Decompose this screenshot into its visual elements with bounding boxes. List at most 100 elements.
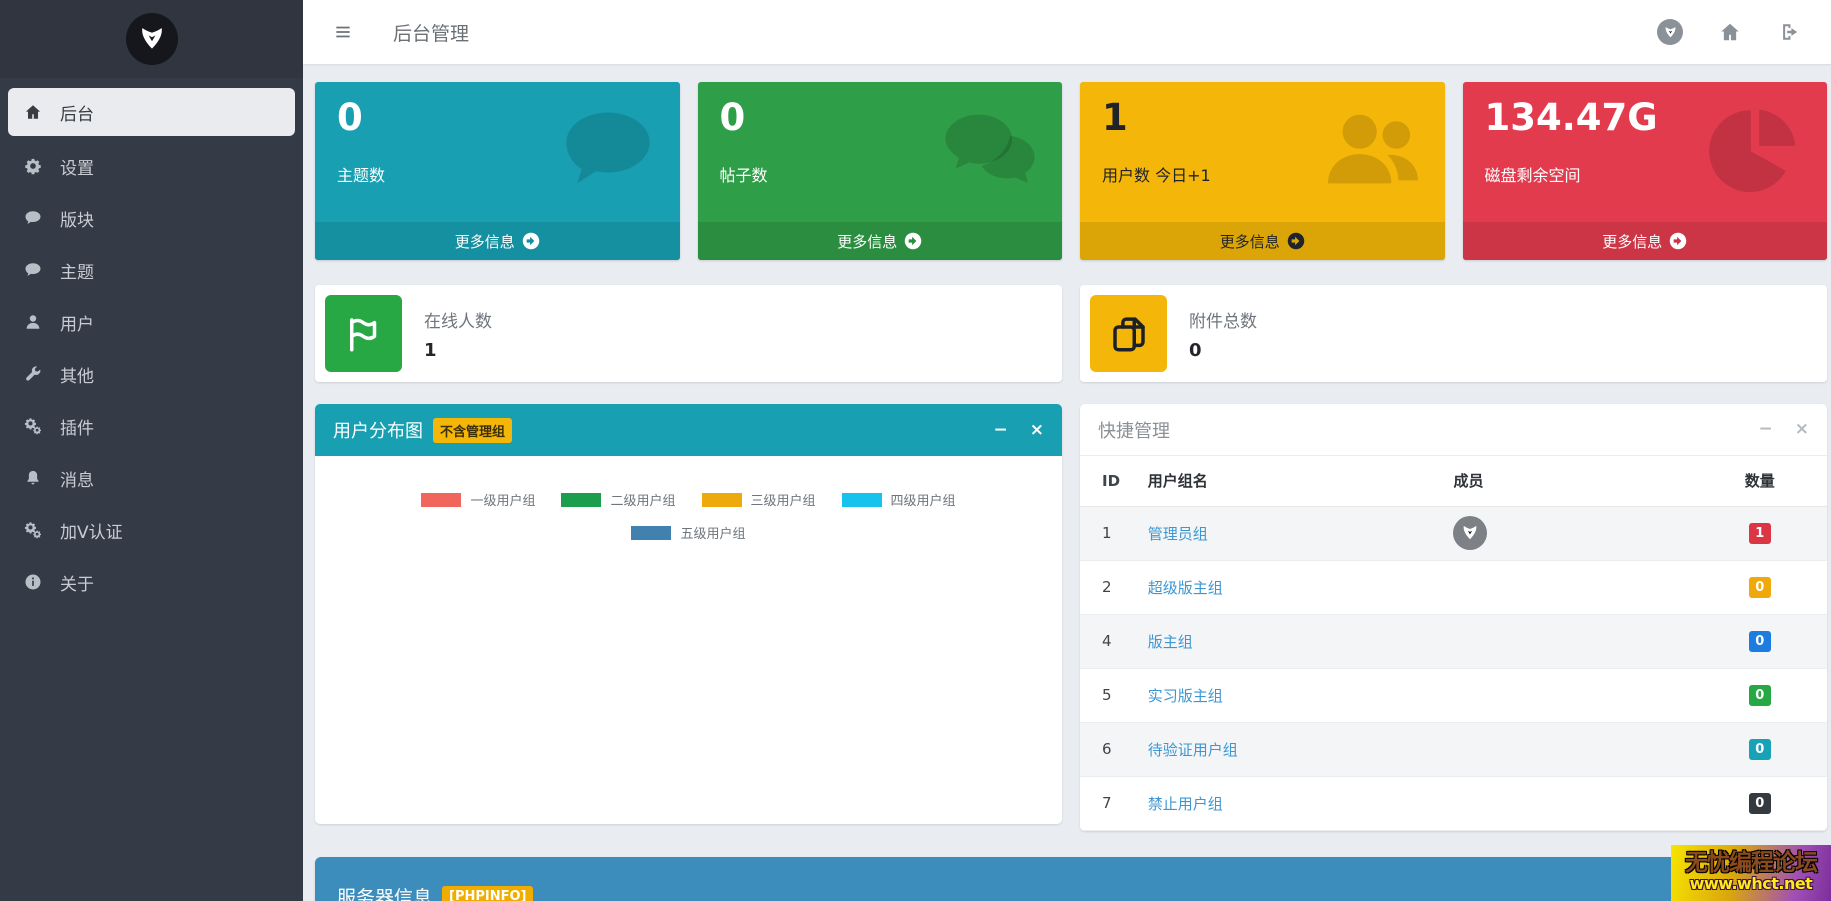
count-badge: 0	[1749, 685, 1771, 706]
comment-icon	[558, 100, 658, 200]
count-badge: 1	[1749, 523, 1771, 544]
quick-panel-header: 快捷管理 − ×	[1080, 404, 1827, 456]
group-id: 1	[1080, 506, 1140, 560]
legend-item: 四级用户组	[842, 490, 956, 509]
home-icon[interactable]	[1717, 19, 1743, 45]
info-box-icon-frame	[1090, 295, 1167, 372]
info-box-text: 在线人数 1	[424, 307, 492, 361]
comment-icon	[24, 209, 46, 227]
info-box-text: 附件总数 0	[1189, 307, 1257, 361]
table-row: 7 禁止用户组 0	[1080, 776, 1827, 830]
brand-mini-logo-icon[interactable]	[1657, 19, 1683, 45]
comments-icon	[940, 100, 1040, 200]
chart-panel-title: 用户分布图	[333, 417, 423, 443]
arrow-icon	[1287, 232, 1305, 250]
legend-swatch	[421, 493, 461, 507]
group-name-link[interactable]: 管理员组	[1148, 525, 1208, 543]
group-name-link[interactable]: 实习版主组	[1148, 687, 1223, 705]
info-box-label: 在线人数	[424, 307, 492, 332]
minimize-icon[interactable]: −	[994, 422, 1008, 439]
legend-label: 五级用户组	[680, 523, 745, 542]
group-id: 7	[1080, 776, 1140, 830]
sign-out-icon[interactable]	[1777, 19, 1803, 45]
legend-label: 二级用户组	[610, 490, 675, 509]
info-boxes-row: 在线人数 1 附件总数 0	[315, 285, 1827, 382]
count-badge: 0	[1749, 631, 1771, 652]
sidebar-item[interactable]: 加V认证	[0, 504, 303, 556]
topbar-actions	[1657, 19, 1831, 45]
col-count: 数量	[1693, 456, 1827, 506]
hamburger-menu-icon[interactable]	[333, 24, 355, 40]
quick-panel-title: 快捷管理	[1098, 417, 1170, 443]
legend-item: 二级用户组	[561, 490, 675, 509]
info-box-label: 附件总数	[1189, 307, 1257, 332]
sidebar-item[interactable]: 主题	[0, 244, 303, 296]
col-group-name: 用户组名	[1140, 456, 1454, 506]
legend-swatch	[631, 526, 671, 540]
sidebar-item[interactable]: 后台	[8, 88, 295, 136]
gear-icon	[24, 157, 46, 175]
more-info-link[interactable]: 更多信息	[1080, 222, 1445, 260]
arrow-icon	[1669, 232, 1687, 250]
chart-panel-header: 用户分布图 不含管理组 − ×	[315, 404, 1062, 456]
arrow-icon	[904, 232, 922, 250]
close-icon[interactable]: ×	[1030, 422, 1044, 439]
stat-card: 1 用户数 今日+1 更多信息	[1080, 82, 1445, 260]
cogs-icon	[24, 417, 46, 435]
table-row: 1 管理员组 1	[1080, 506, 1827, 560]
sidebar-item[interactable]: 用户	[0, 296, 303, 348]
sidebar-item-label: 插件	[60, 414, 94, 439]
phpinfo-badge[interactable]: [PHPINFO]	[442, 886, 533, 901]
sidebar-item[interactable]: 设置	[0, 140, 303, 192]
col-id: ID	[1080, 456, 1140, 506]
legend-label: 一级用户组	[470, 490, 535, 509]
group-id: 5	[1080, 668, 1140, 722]
cogs-icon	[24, 521, 46, 539]
sidebar-item-label: 其他	[60, 362, 94, 387]
brand-logo-icon	[126, 13, 178, 65]
user-distribution-panel: 用户分布图 不含管理组 − × 一级用户组 二级用户组 三级用户组	[315, 404, 1062, 824]
more-info-link[interactable]: 更多信息	[698, 222, 1063, 260]
legend-label: 三级用户组	[751, 490, 816, 509]
copy-icon	[1108, 313, 1150, 355]
more-info-label: 更多信息	[1220, 231, 1280, 252]
chart-panel-badge: 不含管理组	[433, 418, 512, 443]
legend-item: 五级用户组	[631, 523, 745, 542]
stat-card: 134.47G 磁盘剩余空间 更多信息	[1463, 82, 1828, 260]
more-info-label: 更多信息	[1602, 231, 1662, 252]
legend-label: 四级用户组	[891, 490, 956, 509]
watermark-title: 无忧编程论坛	[1685, 852, 1817, 875]
watermark: 无忧编程论坛 www.whct.net	[1671, 845, 1831, 901]
more-info-link[interactable]: 更多信息	[315, 222, 680, 260]
info-box-icon-frame	[325, 295, 402, 372]
user-icon	[24, 313, 46, 331]
info-icon	[24, 573, 46, 591]
legend-item: 一级用户组	[421, 490, 535, 509]
sidebar-item[interactable]: 插件	[0, 400, 303, 452]
sidebar-item[interactable]: 版块	[0, 192, 303, 244]
stat-card: 0 帖子数 更多信息	[698, 82, 1063, 260]
group-name-link[interactable]: 超级版主组	[1148, 579, 1223, 597]
group-name-link[interactable]: 禁止用户组	[1148, 795, 1223, 813]
table-row: 6 待验证用户组 0	[1080, 722, 1827, 776]
arrow-icon	[522, 232, 540, 250]
info-box: 在线人数 1	[315, 285, 1062, 382]
minimize-icon[interactable]: −	[1759, 421, 1773, 438]
more-info-link[interactable]: 更多信息	[1463, 222, 1828, 260]
sidebar-item[interactable]: 消息	[0, 452, 303, 504]
quick-management-panel: 快捷管理 − × ID 用户组名 成员 数量	[1080, 404, 1827, 831]
group-name-link[interactable]: 待验证用户组	[1148, 741, 1238, 759]
close-icon[interactable]: ×	[1795, 421, 1809, 438]
table-row: 5 实习版主组 0	[1080, 668, 1827, 722]
legend-item: 三级用户组	[702, 490, 816, 509]
count-badge: 0	[1749, 577, 1771, 598]
wrench-icon	[24, 365, 46, 383]
group-name-link[interactable]: 版主组	[1148, 633, 1193, 651]
sidebar-item[interactable]: 其他	[0, 348, 303, 400]
col-members: 成员	[1453, 456, 1692, 506]
info-box: 附件总数 0	[1080, 285, 1827, 382]
sidebar-item[interactable]: 关于	[0, 556, 303, 608]
group-id: 2	[1080, 560, 1140, 614]
page-title: 后台管理	[393, 19, 469, 46]
sidebar-item-label: 主题	[60, 258, 94, 283]
